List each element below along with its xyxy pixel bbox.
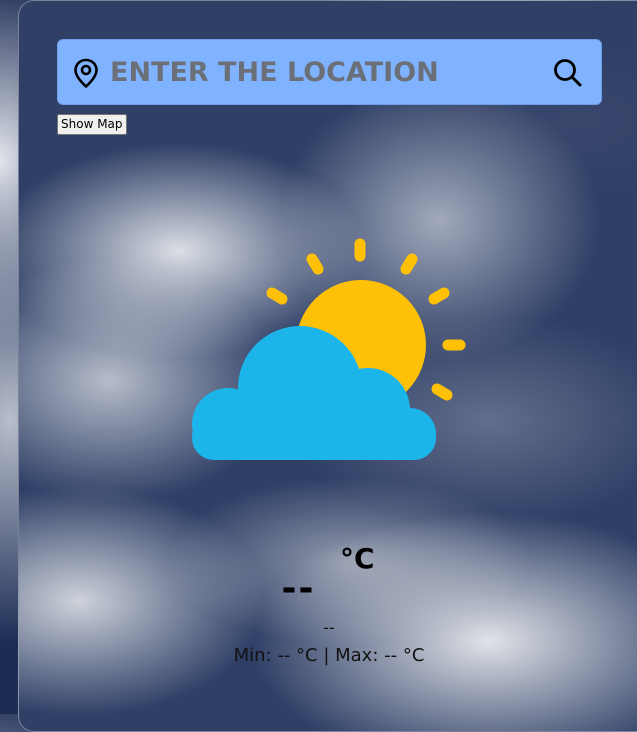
temperature-display: -- °C [0, 542, 637, 609]
location-pin-icon [74, 58, 98, 88]
temperature-value: -- [281, 568, 316, 609]
min-max-temperature: Min: -- °C | Max: -- °C [233, 645, 425, 666]
show-map-button[interactable]: Show Map [57, 114, 127, 135]
search-icon[interactable] [552, 57, 584, 89]
location-input[interactable] [110, 52, 530, 92]
partly-cloudy-icon [192, 238, 466, 460]
search-bar [57, 39, 602, 105]
weather-description: -- [323, 618, 335, 637]
temperature-unit: °C [340, 542, 375, 575]
